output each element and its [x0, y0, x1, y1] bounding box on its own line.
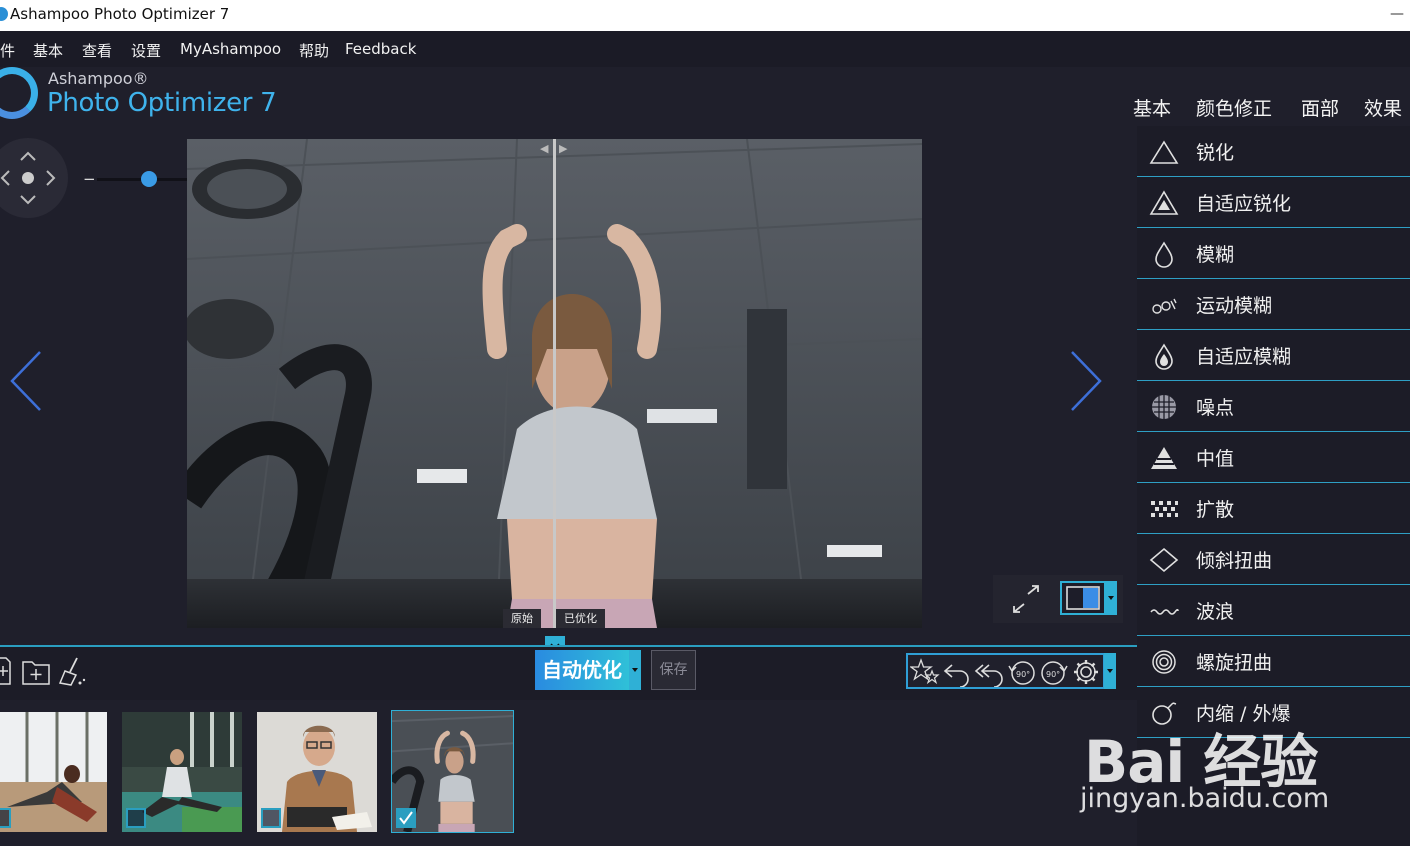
thumbnail-yoga-pair[interactable] [0, 712, 107, 832]
rotate-left-label: 90° [1016, 670, 1030, 679]
zoom-slider-knob[interactable] [141, 171, 157, 187]
edit-tools-group: 90° 90° [906, 653, 1105, 689]
tab-effects[interactable]: 效果 [1364, 94, 1402, 121]
pan-navigation-pad[interactable] [0, 138, 68, 218]
compare-view-button[interactable] [1060, 581, 1106, 615]
tab-basic[interactable]: 基本 [1133, 94, 1171, 121]
triangle-outline-icon [1149, 140, 1179, 164]
thumbnail-man-typewriter[interactable] [257, 712, 377, 832]
menu-file[interactable]: 件 [0, 40, 15, 61]
triangle-adaptive-icon [1149, 190, 1179, 215]
thumbnail-gym-stretch[interactable] [122, 712, 242, 832]
effect-shear[interactable]: 倾斜扭曲 [1137, 534, 1410, 585]
effect-swirl[interactable]: 螺旋扭曲 [1137, 636, 1410, 687]
drop-outline-icon [1155, 241, 1173, 268]
save-button[interactable]: 保存 [651, 650, 696, 690]
drop-filled-icon [1155, 343, 1173, 370]
auto-optimize-button[interactable]: 自动优化 [535, 650, 629, 690]
motion-drops-icon [1152, 298, 1177, 314]
chevron-down-icon [1108, 596, 1114, 600]
effect-label: 锐化 [1196, 142, 1235, 164]
undo-icon[interactable] [942, 657, 972, 687]
effect-label: 螺旋扭曲 [1196, 652, 1273, 674]
effect-label: 倾斜扭曲 [1196, 550, 1273, 572]
effect-sharpen[interactable]: 锐化 [1137, 126, 1410, 177]
effect-label: 运动模糊 [1196, 295, 1273, 317]
effect-label: 扩散 [1196, 499, 1235, 521]
effect-label: 自适应锐化 [1196, 193, 1292, 215]
add-folder-icon[interactable] [21, 656, 51, 686]
menu-bar: 件 基本 查看 设置 MyAshampoo 帮助 Feedback [0, 31, 1410, 67]
fullscreen-expand-icon[interactable] [1006, 582, 1046, 618]
effect-noise[interactable]: 噪点 [1137, 381, 1410, 432]
menu-myashampoo[interactable]: MyAshampoo [180, 40, 281, 58]
thumbnail-checkbox[interactable] [126, 808, 146, 828]
chevron-down-icon [1107, 669, 1113, 673]
logo-product: Photo Optimizer 7 [47, 88, 277, 118]
pan-arrows-icon [0, 151, 56, 205]
compare-split-handle[interactable] [553, 139, 556, 628]
effect-median[interactable]: 中值 [1137, 432, 1410, 483]
diamond-icon [1149, 547, 1179, 573]
app-icon [0, 7, 8, 21]
previous-image-arrow-icon[interactable] [8, 350, 44, 412]
gear-icon[interactable] [1071, 657, 1101, 687]
thumbnail-checkbox[interactable] [261, 808, 281, 828]
effect-diffuse[interactable]: 扩散 [1137, 483, 1410, 534]
effect-wave[interactable]: 波浪 [1137, 585, 1410, 636]
menu-help[interactable]: 帮助 [299, 40, 329, 61]
spiral-icon [1152, 650, 1176, 674]
rotate-right-icon[interactable]: 90° [1038, 657, 1070, 687]
compare-view-dropdown[interactable] [1105, 581, 1117, 615]
favorite-stars-icon[interactable] [910, 657, 940, 687]
checkmark-icon [399, 811, 413, 825]
split-right-arrow-icon: ▶ [559, 142, 568, 155]
add-file-icon[interactable] [0, 656, 12, 686]
tab-color-correction[interactable]: 颜色修正 [1196, 94, 1272, 121]
thumbnail-woman-gym[interactable] [391, 710, 514, 833]
auto-optimize-dropdown[interactable] [629, 650, 641, 690]
original-label: 原始 [503, 609, 541, 628]
effect-adaptive-sharpen[interactable]: 自适应锐化 [1137, 177, 1410, 228]
menu-feedback[interactable]: Feedback [345, 40, 416, 58]
menu-basic[interactable]: 基本 [33, 40, 63, 61]
tab-face[interactable]: 面部 [1301, 94, 1339, 121]
effect-label: 中值 [1196, 448, 1235, 470]
median-triangle-icon [1151, 447, 1177, 469]
effect-label: 波浪 [1196, 601, 1235, 623]
zoom-out-button[interactable]: − [83, 170, 96, 188]
thumbnail-image [0, 712, 107, 832]
wave-icon [1150, 608, 1179, 615]
next-image-arrow-icon[interactable] [1068, 350, 1104, 412]
edit-tools-dropdown[interactable] [1104, 653, 1116, 689]
rotate-left-icon[interactable]: 90° [1006, 657, 1038, 687]
undo-all-icon[interactable] [974, 657, 1004, 687]
rotate-right-label: 90° [1046, 670, 1060, 679]
effect-label: 模糊 [1196, 244, 1235, 266]
thumbnail-checkbox-checked[interactable] [396, 808, 416, 828]
split-view-icon [1066, 586, 1100, 610]
logo-brand: Ashampoo® [48, 69, 149, 88]
effect-motion-blur[interactable]: 运动模糊 [1137, 279, 1410, 330]
logo-ring-icon [0, 67, 38, 119]
window-title: Ashampoo Photo Optimizer 7 [10, 5, 230, 23]
window-control[interactable]: — [1390, 0, 1404, 29]
effect-label: 自适应模糊 [1196, 346, 1292, 368]
noise-sphere-icon [1152, 395, 1176, 419]
split-left-arrow-icon: ◀ [540, 142, 549, 155]
diffuse-dots-icon [1151, 501, 1178, 517]
title-bar: Ashampoo Photo Optimizer 7 — [0, 0, 1410, 31]
effect-label: 噪点 [1196, 397, 1235, 419]
chevron-down-icon [632, 668, 638, 672]
optimized-label: 已优化 [556, 609, 605, 628]
thumbnail-checkbox[interactable] [0, 808, 11, 828]
effect-adaptive-blur[interactable]: 自适应模糊 [1137, 330, 1410, 381]
baidu-watermark-site: jingyan.baidu.com [1080, 783, 1330, 814]
clear-broom-icon[interactable] [57, 656, 87, 686]
menu-view[interactable]: 查看 [82, 40, 112, 61]
menu-settings[interactable]: 设置 [131, 40, 161, 61]
effect-blur[interactable]: 模糊 [1137, 228, 1410, 279]
